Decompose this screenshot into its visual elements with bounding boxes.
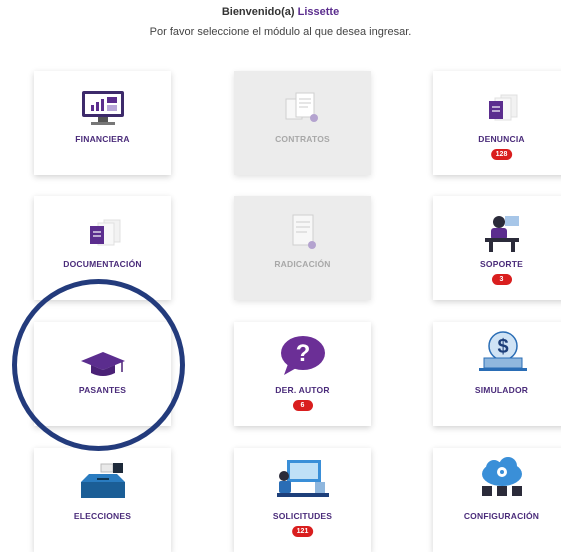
module-card-elecciones[interactable]: ELECCIONES <box>34 448 171 552</box>
welcome-line: Bienvenido(a) Lissette <box>0 6 561 18</box>
notification-badge: 128 <box>490 149 513 160</box>
svg-text:$: $ <box>497 336 508 358</box>
graduation-cap-icon <box>34 344 171 382</box>
module-label: DENUNCIA <box>478 134 525 144</box>
module-card-configuracion[interactable]: CONFIGURACIÓN <box>433 448 561 552</box>
module-label: FINANCIERA <box>75 134 130 144</box>
module-label: DOCUMENTACIÓN <box>63 259 142 269</box>
documents-icon <box>234 89 371 127</box>
notification-badge: 121 <box>291 526 314 537</box>
module-card-pasantes[interactable]: PASANTES <box>34 322 171 426</box>
module-label: CONTRATOS <box>275 134 330 144</box>
document-check-icon <box>234 214 371 252</box>
module-card-radicacion[interactable]: RADICACIÓN <box>234 196 371 300</box>
module-label: SIMULADOR <box>474 385 529 395</box>
monitor-chart-icon <box>34 89 171 127</box>
ballot-box-icon <box>34 462 171 500</box>
module-card-soporte[interactable]: SOPORTE 3 <box>433 196 561 300</box>
module-label: SOPORTE <box>480 259 523 269</box>
module-card-financiera[interactable]: FINANCIERA <box>34 71 171 175</box>
module-card-solicitudes[interactable]: SOLICITUDES 121 <box>234 448 371 552</box>
support-agent-icon <box>433 214 561 252</box>
module-label: RADICACIÓN <box>274 259 331 269</box>
module-label: ELECCIONES <box>73 511 132 521</box>
page-subtitle: Por favor seleccione el módulo al que de… <box>149 26 412 38</box>
module-card-documentacion[interactable]: DOCUMENTACIÓN <box>34 196 171 300</box>
notification-badge: 3 <box>491 274 512 285</box>
module-card-contratos[interactable]: CONTRATOS <box>234 71 371 175</box>
document-stack-icon <box>433 89 561 127</box>
cloud-settings-icon <box>433 457 561 498</box>
request-desk-icon <box>234 460 371 498</box>
module-label: DER. AUTOR <box>275 385 330 395</box>
dollar-laptop-icon: $ <box>433 331 561 372</box>
module-label: SOLICITUDES <box>272 511 333 521</box>
module-label: PASANTES <box>78 385 127 395</box>
question-bubble-icon: ? <box>234 336 371 375</box>
module-card-denuncia[interactable]: DENUNCIA 128 <box>433 71 561 175</box>
notification-badge: 6 <box>292 400 313 411</box>
module-label: CONFIGURACIÓN <box>463 511 540 521</box>
document-stack-icon <box>34 214 171 252</box>
module-card-der-autor[interactable]: ? DER. AUTOR 6 <box>234 322 371 426</box>
greeting-text: Bienvenido(a) <box>221 6 295 18</box>
module-card-simulador[interactable]: $ SIMULADOR <box>433 322 561 426</box>
user-name: Lissette <box>297 6 340 18</box>
svg-text:?: ? <box>295 340 310 367</box>
